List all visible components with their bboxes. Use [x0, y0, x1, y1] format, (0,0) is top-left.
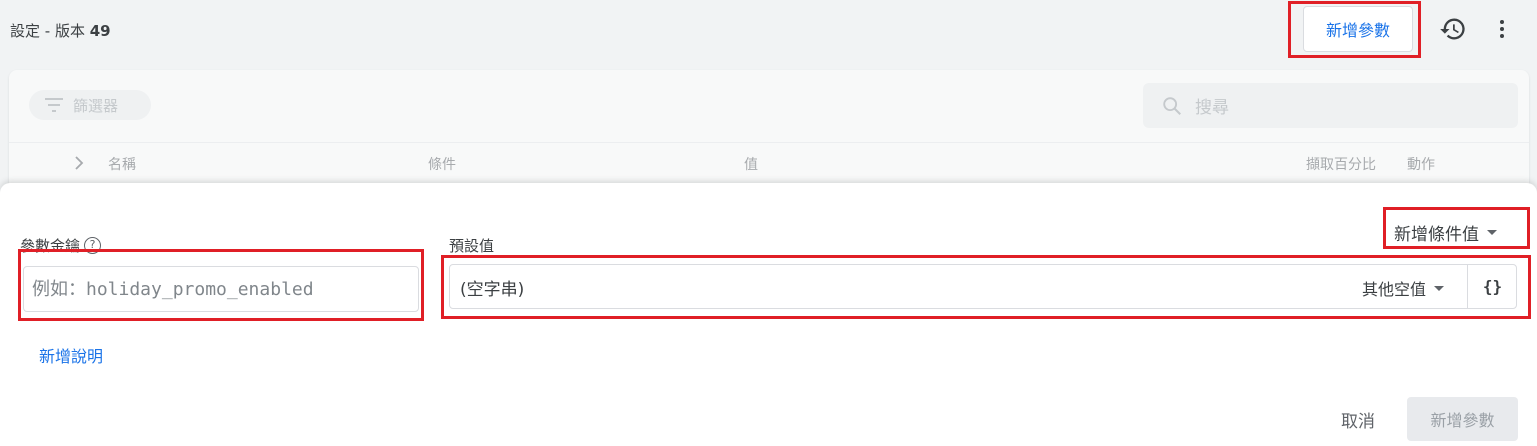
column-value: 值 — [744, 157, 758, 173]
default-value-field[interactable]: (空字串) 其他空值 {} — [449, 264, 1517, 309]
version-number: 49 — [89, 22, 111, 40]
column-name[interactable]: 名稱 — [108, 154, 136, 174]
breadcrumb: 設定 - 版本 49 — [10, 20, 111, 41]
filter-chip[interactable]: 篩選器 — [29, 90, 151, 120]
default-value-text: (空字串) — [460, 280, 525, 300]
add-parameter-panel: 參數金鑰 ? 預設值 新增條件值 (空字串) 其他空值 {} 新增說明 取消 新… — [0, 183, 1537, 446]
history-button[interactable] — [1438, 14, 1468, 44]
filter-label: 篩選器 — [73, 96, 119, 115]
top-bar: 設定 - 版本 49 新增參數 — [0, 0, 1537, 60]
cancel-button[interactable]: 取消 — [1341, 407, 1375, 432]
column-actions: 動作 — [1407, 157, 1435, 173]
help-icon[interactable]: ? — [84, 237, 102, 254]
more-options-button[interactable] — [1487, 14, 1517, 44]
parameter-key-label: 參數金鑰 ? — [20, 235, 102, 256]
chevron-right-icon[interactable] — [73, 155, 85, 171]
table-header: 名稱 條件 值 擷取百分比 動作 — [9, 142, 1529, 182]
more-vert-icon — [1500, 20, 1504, 38]
parameter-key-label-text: 參數金鑰 — [20, 237, 81, 255]
dropdown-arrow-icon — [1487, 230, 1497, 235]
dropdown-arrow-icon — [1434, 285, 1445, 291]
column-condition: 條件 — [428, 157, 456, 173]
add-parameter-button[interactable]: 新增參數 — [1303, 6, 1413, 52]
history-icon — [1440, 18, 1465, 40]
value-type-label: 其他空值 — [1362, 280, 1427, 299]
default-value-label: 預設值 — [449, 237, 495, 255]
add-description-link[interactable]: 新增說明 — [39, 343, 103, 367]
add-condition-label: 新增條件值 — [1394, 225, 1479, 245]
submit-add-parameter-button[interactable]: 新增參數 — [1407, 397, 1518, 441]
search-icon — [1163, 96, 1181, 115]
search-placeholder: 搜尋 — [1195, 98, 1229, 118]
json-editor-button[interactable]: {} — [1467, 265, 1517, 308]
breadcrumb-text: 設定 - 版本 — [10, 22, 90, 40]
column-fetch-percent: 擷取百分比 — [1306, 157, 1376, 173]
search-box[interactable]: 搜尋 — [1143, 83, 1518, 128]
filter-icon — [45, 98, 63, 112]
add-condition-dropdown[interactable]: 新增條件值 — [1394, 220, 1497, 245]
parameter-key-input[interactable] — [23, 266, 419, 312]
value-type-dropdown[interactable]: 其他空值 — [1362, 276, 1445, 300]
